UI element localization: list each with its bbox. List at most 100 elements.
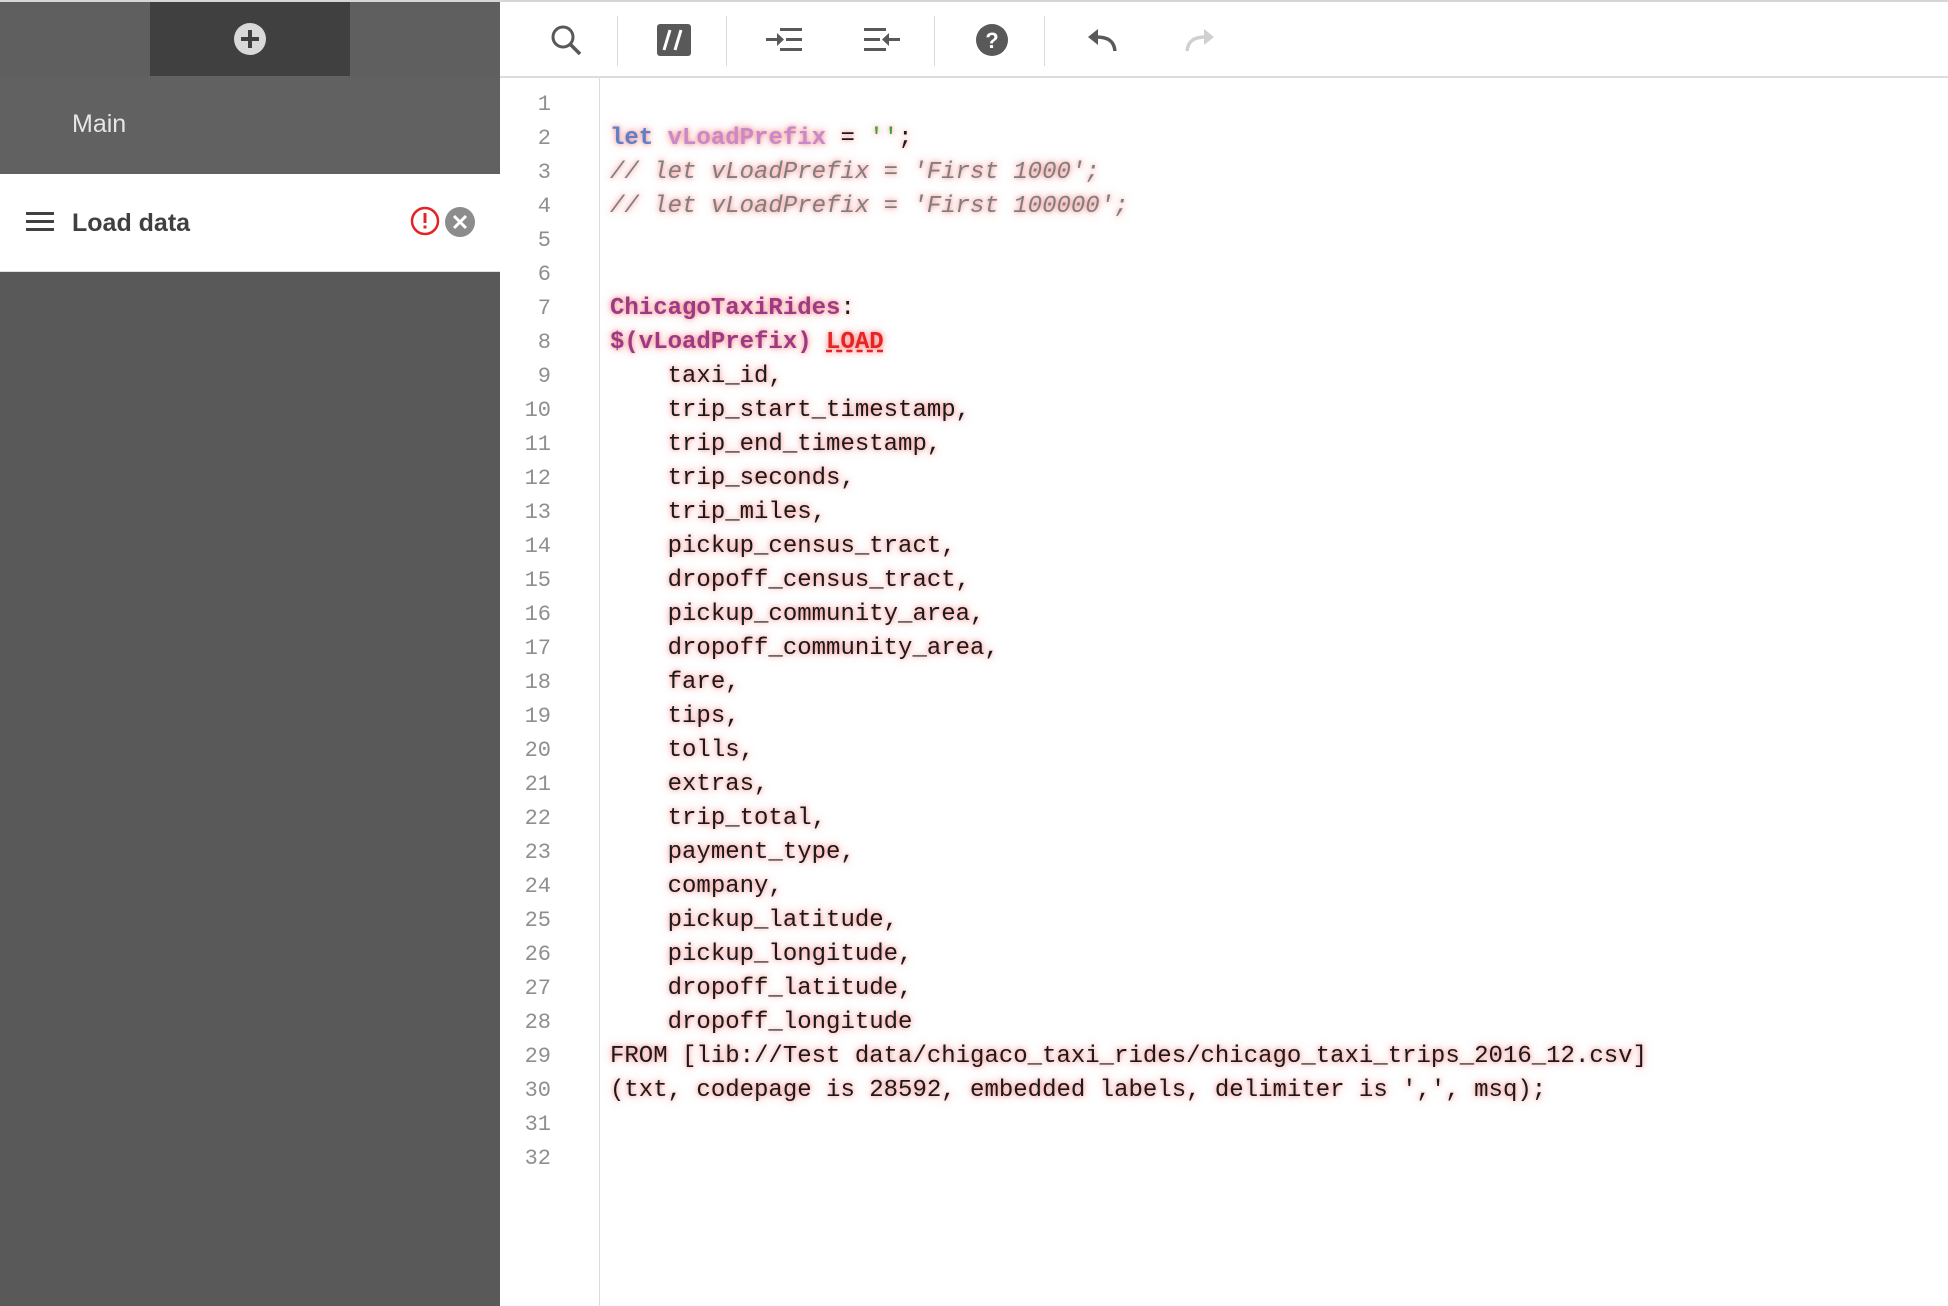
prefix-token: $(vLoadPrefix) — [610, 329, 812, 356]
line-number: 31 — [524, 1112, 551, 1137]
code-line-10: trip_start_timestamp, — [610, 397, 971, 424]
string-token: '' — [869, 125, 899, 152]
redo-icon — [1185, 29, 1214, 52]
script-editor: ? 1 2 3 4 5 6 7 8 9 10 11 12 13 14 15 16 17 18 19 20 21 22 23 2… — [500, 0, 1948, 1306]
code-line-13: trip_miles, — [610, 499, 827, 526]
code-line-3: // let vLoadPrefix = 'First 1000'; — [610, 159, 1100, 186]
comment-button[interactable] — [646, 12, 702, 68]
sidebar-item-label: Main — [72, 110, 127, 138]
line-number: 12 — [524, 466, 551, 491]
line-number-gutter: 1 2 3 4 5 6 7 8 9 10 11 12 13 14 15 16 17 18 19 20 21 22 23 24 2… — [500, 78, 600, 1306]
code-line-4: // let vLoadPrefix = 'First 100000'; — [610, 193, 1129, 220]
svg-text:?: ? — [985, 28, 998, 53]
toolbar-divider — [726, 16, 727, 66]
operator-token: = — [826, 125, 870, 152]
line-number: 29 — [524, 1044, 551, 1069]
line-number: 23 — [524, 840, 551, 865]
comment-toggle-icon — [657, 24, 691, 56]
code-line-28: dropoff_longitude — [610, 1009, 913, 1036]
line-number: 27 — [524, 976, 551, 1001]
outdent-icon — [864, 28, 900, 51]
search-button[interactable] — [538, 12, 594, 68]
keyword-token: let — [610, 125, 654, 152]
code-line-24: company, — [610, 873, 783, 900]
punctuation-token: ; — [898, 125, 913, 152]
code-line-11: trip_end_timestamp, — [610, 431, 942, 458]
help-button[interactable]: ? — [964, 12, 1020, 68]
line-number: 1 — [537, 92, 551, 117]
line-number: 5 — [537, 228, 551, 253]
code-line-20: tolls, — [610, 737, 755, 764]
line-number: 8 — [537, 330, 551, 355]
indent-icon — [766, 28, 802, 51]
code-line-9: taxi_id, — [610, 363, 783, 390]
line-number: 20 — [524, 738, 551, 763]
punctuation-token: : — [840, 295, 855, 322]
code-line-30: (txt, codepage is 28592, embedded labels… — [610, 1077, 1547, 1104]
line-number: 9 — [537, 364, 551, 389]
toolbar-divider — [617, 16, 618, 66]
code-line-2: let vLoadPrefix = ''; — [610, 122, 913, 156]
remove-icon[interactable] — [444, 206, 476, 238]
add-section-button[interactable] — [150, 2, 350, 76]
line-number: 15 — [524, 568, 551, 593]
line-number: 25 — [524, 908, 551, 933]
plus-circle-icon — [234, 23, 266, 55]
variable-token: vLoadPrefix — [667, 125, 827, 152]
line-number: 30 — [524, 1078, 551, 1103]
code-line-14: pickup_census_tract, — [610, 533, 956, 560]
toolbar-divider — [934, 16, 935, 66]
help-icon: ? — [976, 24, 1008, 56]
search-icon — [551, 25, 582, 56]
line-number: 11 — [524, 432, 551, 457]
code-line-15: dropoff_census_tract, — [610, 567, 971, 594]
line-number: 10 — [524, 398, 551, 423]
undo-icon — [1088, 29, 1117, 52]
line-number: 28 — [524, 1010, 551, 1035]
line-number: 17 — [524, 636, 551, 661]
line-number: 19 — [524, 704, 551, 729]
line-number: 4 — [537, 194, 551, 219]
sections-sidebar: Main Load data — [0, 0, 500, 1306]
line-number: 18 — [524, 670, 551, 695]
line-number: 26 — [524, 942, 551, 967]
code-line-23: payment_type, — [610, 839, 855, 866]
sidebar-item-label: Load data — [72, 209, 191, 237]
line-number: 32 — [524, 1146, 551, 1171]
redo-button[interactable] — [1172, 12, 1228, 68]
line-number: 7 — [537, 296, 551, 321]
code-line-17: dropoff_community_area, — [610, 635, 999, 662]
undo-button[interactable] — [1074, 12, 1130, 68]
editor-toolbar: ? — [500, 2, 1948, 78]
code-line-18: fare, — [610, 669, 740, 696]
line-number: 24 — [524, 874, 551, 899]
line-number: 21 — [524, 772, 551, 797]
line-number: 6 — [537, 262, 551, 287]
indent-button[interactable] — [756, 12, 812, 68]
load-keyword-error: LOAD — [826, 329, 884, 356]
outdent-button[interactable] — [854, 12, 910, 68]
sidebar-header — [0, 0, 500, 76]
toolbar-divider — [1044, 16, 1045, 66]
line-number: 3 — [537, 160, 551, 185]
code-line-27: dropoff_latitude, — [610, 975, 913, 1002]
code-line-7: ChicagoTaxiRides: — [610, 292, 855, 326]
line-number: 16 — [524, 602, 551, 627]
code-line-21: extras, — [610, 771, 769, 798]
code-line-12: trip_seconds, — [610, 465, 855, 492]
error-icon — [410, 206, 440, 236]
code-line-8: $(vLoadPrefix) LOAD — [610, 326, 884, 360]
code-area[interactable]: let vLoadPrefix = ''; // let vLoadPrefix… — [600, 78, 1948, 1306]
sidebar-item-load-data[interactable]: Load data — [0, 174, 500, 272]
table-label-token: ChicagoTaxiRides — [610, 295, 841, 322]
code-line-16: pickup_community_area, — [610, 601, 985, 628]
data-load-editor: Main Load data ? 1 2 3 4 5 6 7 8 9 10 11… — [0, 0, 1948, 1306]
code-line-19: tips, — [610, 703, 740, 730]
code-line-22: trip_total, — [610, 805, 827, 832]
line-number: 2 — [537, 126, 551, 151]
hamburger-icon[interactable] — [26, 212, 54, 232]
sidebar-item-main[interactable]: Main — [0, 76, 500, 175]
code-line-25: pickup_latitude, — [610, 907, 899, 934]
code-line-26: pickup_longitude, — [610, 941, 913, 968]
line-number: 13 — [524, 500, 551, 525]
